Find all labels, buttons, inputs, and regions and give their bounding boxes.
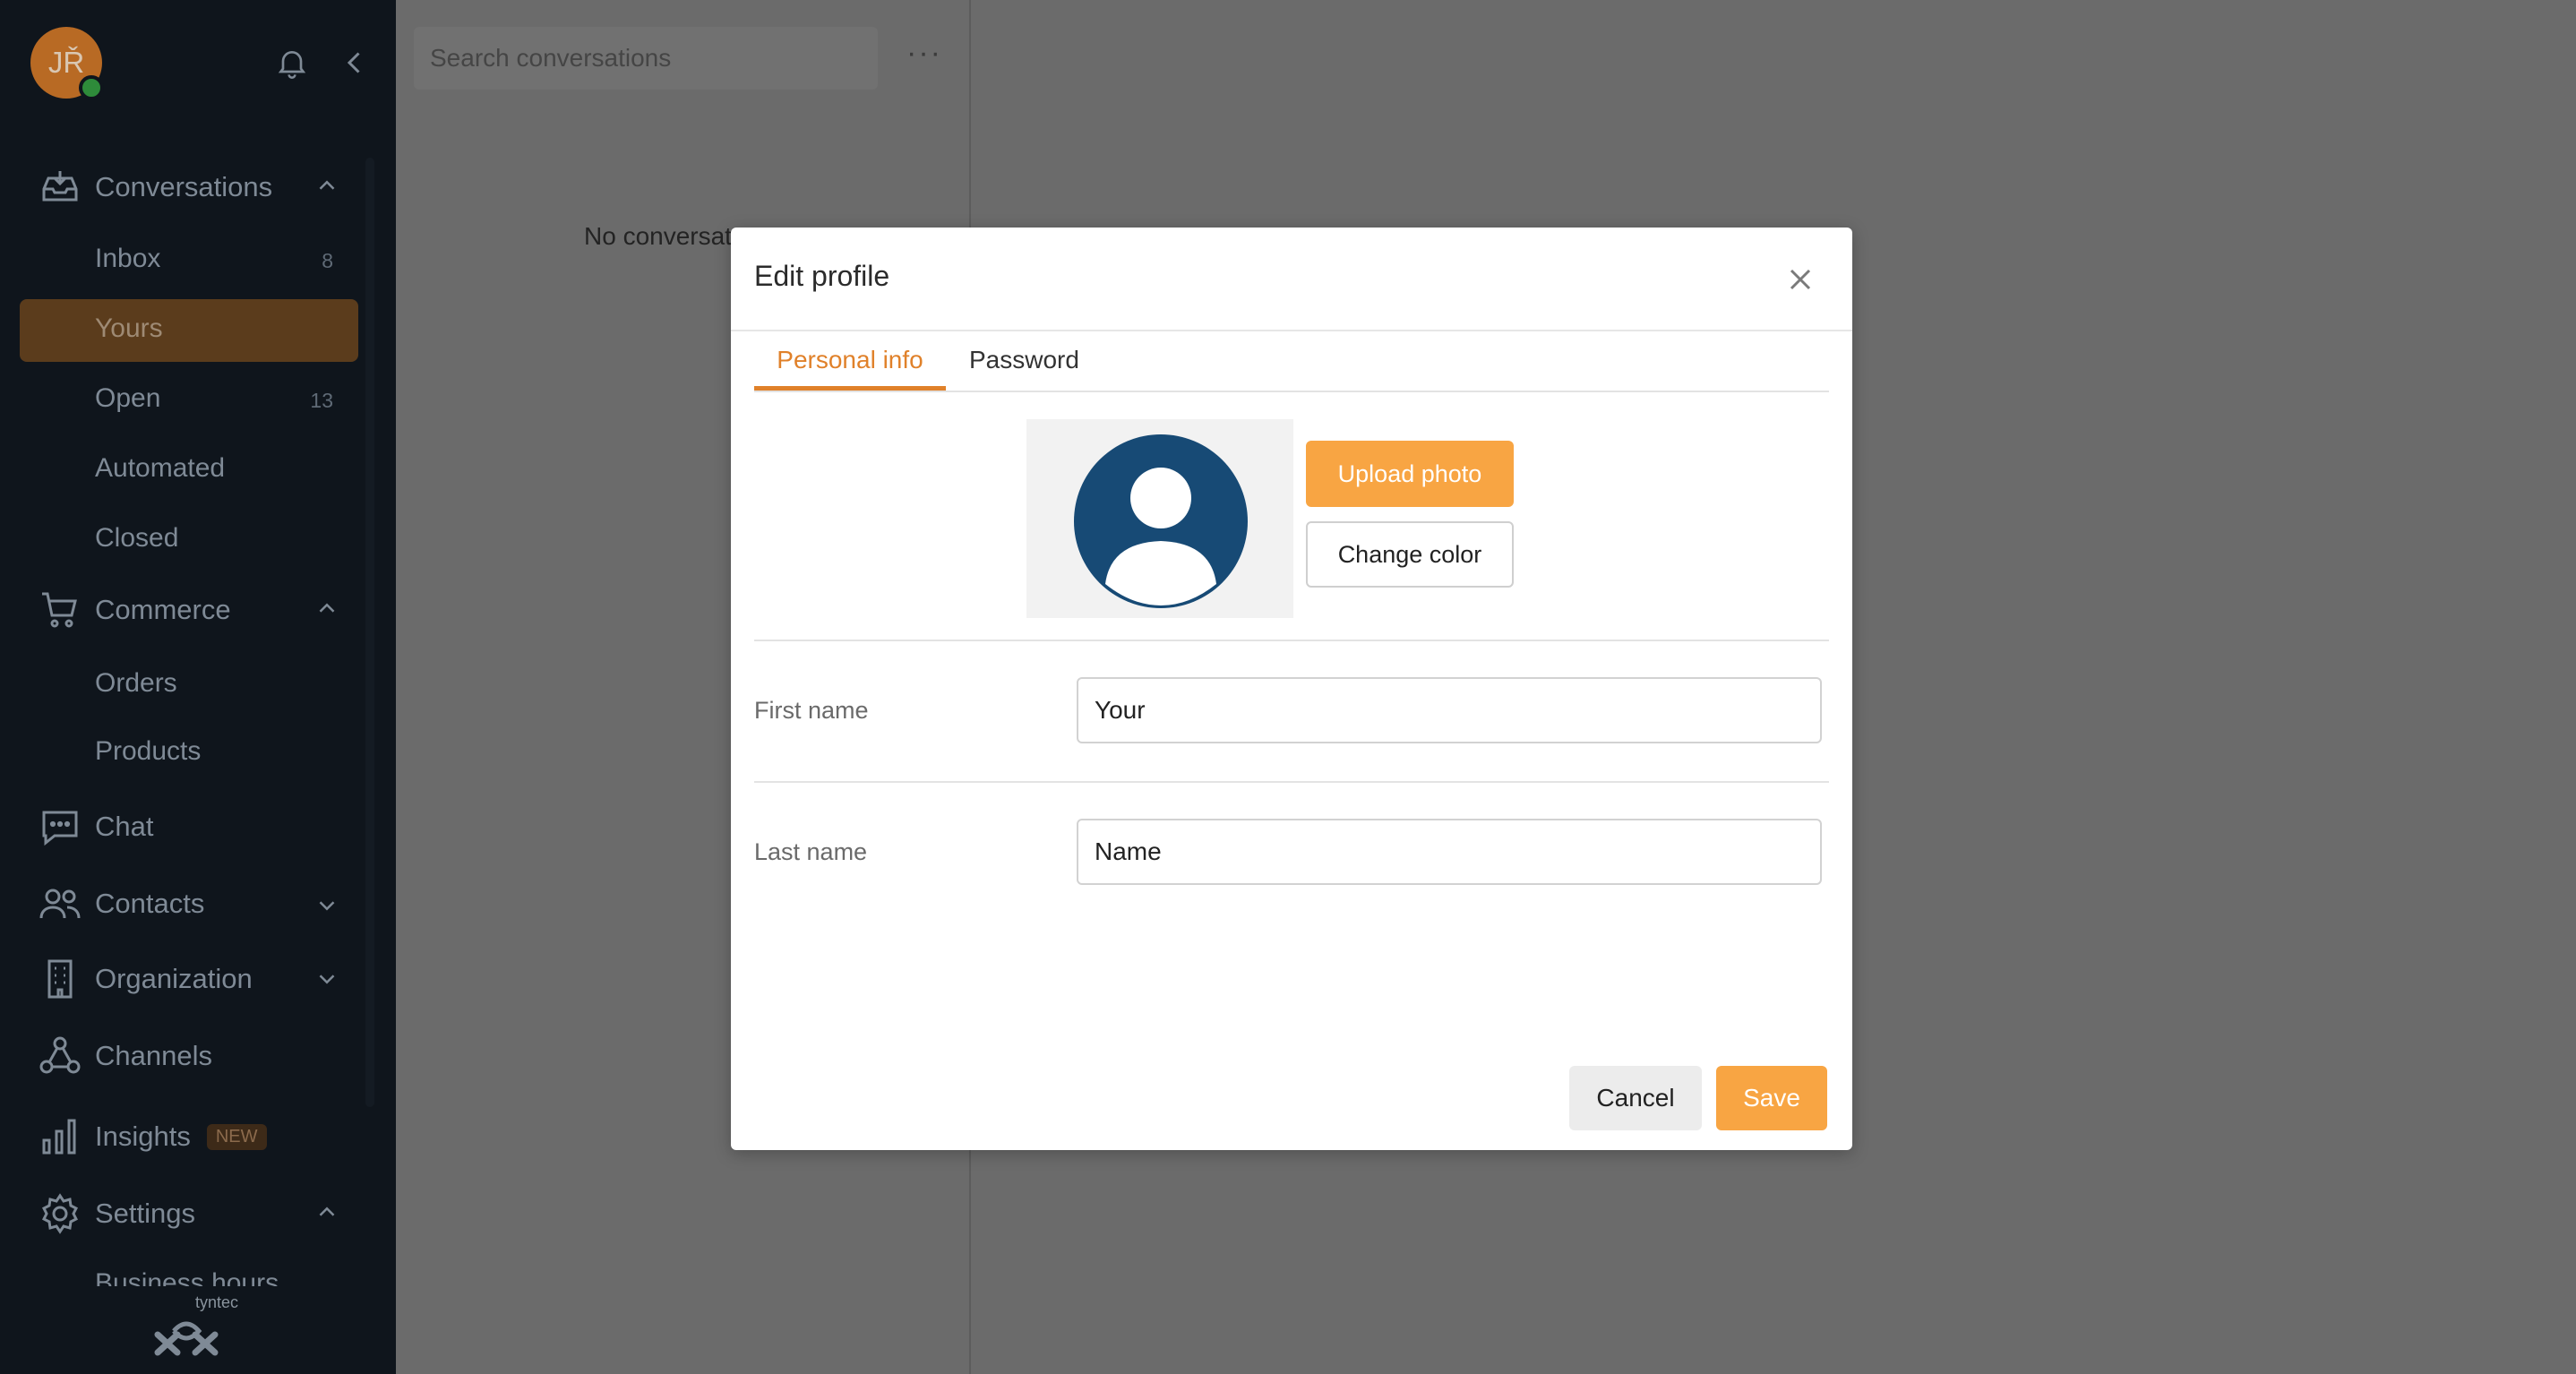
chevron-up-icon[interactable] bbox=[313, 1198, 340, 1230]
sidebar-item-yours[interactable]: Yours bbox=[95, 313, 163, 344]
nav-section-settings[interactable]: Settings bbox=[36, 1189, 195, 1238]
profile-tabs: Personal info Password bbox=[754, 331, 1829, 392]
avatar-placeholder-icon bbox=[1074, 434, 1248, 608]
open-count: 13 bbox=[310, 389, 333, 412]
upload-photo-button[interactable]: Upload photo bbox=[1306, 441, 1514, 507]
tyntec-logo: tyntec bbox=[150, 1290, 238, 1366]
edit-profile-modal: Edit profile Personal info Password Uplo… bbox=[731, 228, 1852, 1150]
new-badge: NEW bbox=[206, 1123, 267, 1150]
nav-section-label: Channels bbox=[95, 1040, 212, 1071]
sidebar-scrollbar[interactable] bbox=[365, 158, 374, 1107]
nav-section-contacts[interactable]: Contacts bbox=[36, 880, 204, 928]
nav-section-insights[interactable]: Insights NEW bbox=[36, 1112, 267, 1161]
sidebar-item-label: Inbox bbox=[95, 244, 161, 273]
nav-section-channels[interactable]: Channels bbox=[36, 1032, 212, 1080]
nav-section-label: Organization bbox=[95, 963, 253, 994]
people-icon bbox=[36, 880, 84, 928]
profile-photo bbox=[1026, 419, 1293, 618]
close-icon[interactable] bbox=[1782, 262, 1818, 297]
sidebar-item-yours-highlight bbox=[20, 299, 358, 362]
chevron-down-icon[interactable] bbox=[313, 966, 340, 997]
last-name-label: Last name bbox=[754, 838, 868, 865]
sidebar-item-closed[interactable]: Closed bbox=[95, 523, 178, 554]
change-color-button[interactable]: Change color bbox=[1306, 521, 1514, 588]
user-avatar[interactable]: JŘ bbox=[30, 27, 104, 100]
sidebar: JŘ Conversations Inbox 8 Yours Open 13 A… bbox=[0, 0, 396, 1374]
sidebar-item-automated[interactable]: Automated bbox=[95, 453, 225, 484]
sidebar-item-label: Orders bbox=[95, 668, 177, 698]
building-icon bbox=[36, 955, 84, 1003]
chevron-down-icon[interactable] bbox=[313, 892, 340, 923]
nav-section-label: Commerce bbox=[95, 594, 231, 625]
cart-icon bbox=[36, 586, 84, 634]
nav-section-label: Settings bbox=[95, 1198, 196, 1229]
search-placeholder: Search conversations bbox=[430, 44, 672, 72]
nav-section-organization[interactable]: Organization bbox=[36, 955, 253, 1003]
user-initials: JŘ bbox=[47, 46, 85, 79]
search-input[interactable]: Search conversations bbox=[414, 27, 878, 90]
inbox-tray-icon bbox=[36, 163, 84, 211]
empty-state-text: No conversat bbox=[584, 222, 732, 250]
nav-section-label: Conversations bbox=[95, 171, 273, 202]
chat-bubble-icon bbox=[36, 803, 84, 851]
first-name-label: First name bbox=[754, 697, 869, 724]
last-name-field[interactable] bbox=[1077, 819, 1822, 885]
cancel-button[interactable]: Cancel bbox=[1569, 1066, 1702, 1130]
sidebar-item-open[interactable]: Open bbox=[95, 383, 160, 414]
nav-section-commerce[interactable]: Commerce bbox=[36, 586, 231, 634]
tab-password[interactable]: Password bbox=[969, 331, 1079, 389]
save-button[interactable]: Save bbox=[1716, 1066, 1827, 1130]
more-options-icon[interactable]: ··· bbox=[906, 36, 942, 71]
sidebar-item-label: Products bbox=[95, 736, 202, 766]
chevron-up-icon[interactable] bbox=[313, 172, 340, 203]
nav-section-chat[interactable]: Chat bbox=[36, 803, 153, 851]
bar-chart-icon bbox=[36, 1112, 84, 1161]
section-divider bbox=[754, 781, 1829, 783]
sidebar-item-label: Business hours bbox=[95, 1268, 279, 1286]
nodes-icon bbox=[36, 1032, 84, 1080]
sidebar-item-orders[interactable]: Orders bbox=[95, 668, 177, 699]
nav-section-label: Insights bbox=[95, 1121, 191, 1152]
online-status-dot bbox=[79, 75, 104, 100]
gear-icon bbox=[36, 1189, 84, 1238]
sidebar-item-products[interactable]: Products bbox=[95, 736, 201, 767]
nav-section-conversations[interactable]: Conversations bbox=[36, 163, 272, 211]
tab-personal-info[interactable]: Personal info bbox=[754, 331, 946, 391]
sidebar-item-label: Closed bbox=[95, 523, 179, 553]
bell-icon[interactable] bbox=[274, 45, 310, 85]
sidebar-item-label: Yours bbox=[95, 313, 163, 343]
sidebar-item-label: Open bbox=[95, 383, 161, 413]
collapse-sidebar-icon[interactable] bbox=[339, 47, 371, 83]
modal-title: Edit profile bbox=[754, 260, 890, 292]
inbox-count: 8 bbox=[322, 249, 333, 272]
first-name-field[interactable] bbox=[1077, 677, 1822, 743]
nav-section-label: Chat bbox=[95, 811, 154, 842]
chevron-up-icon[interactable] bbox=[313, 595, 340, 626]
nav-section-label: Contacts bbox=[95, 888, 205, 919]
section-divider bbox=[754, 640, 1829, 641]
sidebar-item-label: Automated bbox=[95, 453, 226, 483]
logo-text: tyntec bbox=[195, 1293, 239, 1311]
sidebar-item-inbox[interactable]: Inbox bbox=[95, 244, 160, 274]
sidebar-item-business-hours[interactable]: Business hours bbox=[95, 1268, 279, 1286]
